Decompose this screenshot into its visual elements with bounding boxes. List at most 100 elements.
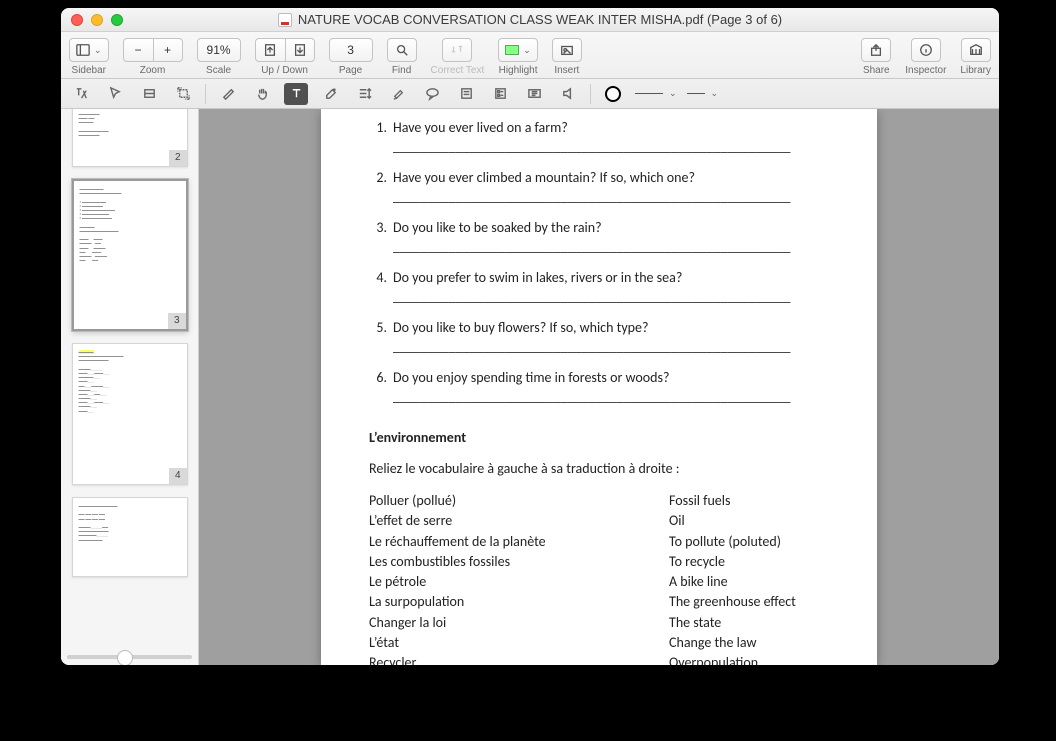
area-select-tool-icon[interactable]: [137, 83, 161, 105]
question-text: Do you enjoy spending time in forests or…: [393, 369, 669, 386]
vocab-left-col: Polluer (pollué) L’effet de serre Le réc…: [369, 491, 629, 665]
highlight-button[interactable]: ⌄: [498, 38, 538, 62]
vocab-item: Recycler: [369, 653, 629, 665]
inspector-button[interactable]: [911, 38, 941, 62]
answer-line: ________________________________________…: [369, 138, 839, 155]
list-item: 4.Do you prefer to swim in lakes, rivers…: [369, 269, 839, 305]
answer-line: ________________________________________…: [369, 388, 839, 405]
thumbnail-sidebar[interactable]: ▬▬▬▬▬▬▬▬▬▬ ▬▬▬▬▬▬▬▬▬▬▬▬▬▬▬▬▬▬▬▬▬▬▬▬ 2 ▬▬…: [61, 109, 199, 665]
vocab-item: Polluer (pollué): [369, 491, 629, 511]
page-content: 1.Have you ever lived on a farm?________…: [321, 109, 877, 665]
vocab-item: To recycle: [669, 552, 796, 572]
answer-line: ________________________________________…: [369, 288, 839, 305]
inspector-label: Inspector: [905, 65, 946, 76]
draw-tool-icon[interactable]: [216, 83, 240, 105]
app-window: NATURE VOCAB CONVERSATION CLASS WEAK INT…: [61, 8, 999, 665]
library-label: Library: [960, 65, 991, 76]
share-button[interactable]: [861, 38, 891, 62]
list-item: 2.Have you ever climbed a mountain? If s…: [369, 169, 839, 205]
thumbnail-page-3[interactable]: ▬▬▬▬▬▬▬▬▬▬▬▬▬▬▬▬▬▬▬▬▬▬1 ▬▬▬▬▬▬▬▬2 ▬▬▬▬▬▬…: [72, 179, 188, 331]
window-title: NATURE VOCAB CONVERSATION CLASS WEAK INT…: [298, 12, 782, 27]
form-tool-icon[interactable]: [488, 83, 512, 105]
vocab-item: Change the law: [669, 633, 796, 653]
vocab-item: Les combustibles fossiles: [369, 552, 629, 572]
main-toolbar: ⌄ Sidebar − + Zoom 91% Scale: [61, 32, 999, 79]
share-label: Share: [863, 65, 890, 76]
zoom-in-button[interactable]: +: [153, 38, 183, 62]
vocab-item: Overpopulation: [669, 653, 796, 665]
sidebar-label: Sidebar: [72, 65, 106, 76]
vocab-item: Changer la loi: [369, 613, 629, 633]
section-heading: L’environnement: [369, 429, 839, 446]
titlebar: NATURE VOCAB CONVERSATION CLASS WEAK INT…: [61, 8, 999, 32]
answer-line: ________________________________________…: [369, 338, 839, 355]
arrow-tool-icon[interactable]: [103, 83, 127, 105]
correct-text-button: [442, 38, 472, 62]
vocab-item: Oil: [669, 511, 796, 531]
sound-tool-icon[interactable]: [556, 83, 580, 105]
updown-label: Up / Down: [261, 65, 308, 76]
document-icon: [278, 13, 292, 27]
question-text: Do you like to buy flowers? If so, which…: [393, 319, 648, 336]
find-button[interactable]: [387, 38, 417, 62]
thumbnail-page-4[interactable]: ▬▬▬▬▬▬▬▬▬▬▬▬▬▬▬▬▬▬▬▬▬▬▬▬▬▬▬▬▬▬▬▬▬▬______…: [72, 343, 188, 485]
scale-label: Scale: [206, 65, 231, 76]
crop-tool-icon[interactable]: [171, 83, 195, 105]
vocab-item: La surpopulation: [369, 592, 629, 612]
question-text: Do you prefer to swim in lakes, rivers o…: [393, 269, 682, 286]
line-end-dropdown[interactable]: ⌄: [687, 88, 719, 99]
page-down-button[interactable]: [285, 38, 315, 62]
thumb-page-num: 2: [169, 150, 187, 166]
answer-line: ________________________________________…: [369, 188, 839, 205]
question-text: Do you like to be soaked by the rain?: [393, 219, 602, 236]
minimize-window-button[interactable]: [91, 14, 103, 26]
thumb-page-num: 3: [168, 313, 186, 329]
text-tool-icon[interactable]: [284, 83, 308, 105]
pan-tool-icon[interactable]: [250, 83, 274, 105]
highlight-label: Highlight: [499, 65, 538, 76]
zoom-window-button[interactable]: [111, 14, 123, 26]
thumbnail-page-2[interactable]: ▬▬▬▬▬▬▬▬▬▬ ▬▬▬▬▬▬▬▬▬▬▬▬▬▬▬▬▬▬▬▬▬▬▬▬ 2: [72, 109, 188, 167]
instruction-text: Reliez le vocabulaire à gauche à sa trad…: [369, 460, 839, 477]
vocab-item: Fossil fuels: [669, 491, 796, 511]
zoom-percent-field[interactable]: 91%: [197, 38, 241, 62]
comment-tool-icon[interactable]: [420, 83, 444, 105]
insert-label: Insert: [554, 65, 579, 76]
question-list: 1.Have you ever lived on a farm?________…: [369, 119, 839, 405]
note-tool-icon[interactable]: [454, 83, 478, 105]
text-select-tool-icon[interactable]: [69, 83, 93, 105]
library-button[interactable]: [961, 38, 991, 62]
body: ▬▬▬▬▬▬▬▬▬▬ ▬▬▬▬▬▬▬▬▬▬▬▬▬▬▬▬▬▬▬▬▬▬▬▬ 2 ▬▬…: [61, 109, 999, 665]
highlight-swatch-icon: [505, 45, 519, 55]
zoom-out-button[interactable]: −: [123, 38, 153, 62]
eraser-tool-icon[interactable]: [318, 83, 342, 105]
vocab-item: The state: [669, 613, 796, 633]
sidebar-toggle-button[interactable]: ⌄: [69, 38, 109, 62]
vocab-item: The greenhouse effect: [669, 592, 796, 612]
vocab-right-col: Fossil fuels Oil To pollute (poluted) To…: [669, 491, 796, 665]
vocab-item: To pollute (poluted): [669, 532, 796, 552]
vocab-item: L’effet de serre: [369, 511, 629, 531]
vocab-item: Le pétrole: [369, 572, 629, 592]
list-item: 6.Do you enjoy spending time in forests …: [369, 369, 839, 405]
insert-button[interactable]: [552, 38, 582, 62]
document-viewport[interactable]: 1.Have you ever lived on a farm?________…: [199, 109, 999, 665]
linespacing-tool-icon[interactable]: [352, 83, 376, 105]
thumbnail-size-slider[interactable]: [67, 655, 192, 659]
page-number-field[interactable]: 3: [329, 38, 373, 62]
find-label: Find: [392, 65, 411, 76]
color-picker-button[interactable]: [601, 83, 625, 105]
line-style-dropdown[interactable]: ⌄: [635, 88, 677, 99]
thumbnail-page-5[interactable]: ▬▬▬▬▬▬▬▬▬▬▬▬▬▬▬ ▬▬ ▬▬ ▬▬▬▬ ▬▬ ▬▬ ▬▬▬▬▬▬_…: [72, 497, 188, 577]
list-item: 3.Do you like to be soaked by the rain?_…: [369, 219, 839, 255]
correct-text-label: Correct Text: [431, 65, 485, 76]
question-text: Have you ever lived on a farm?: [393, 119, 568, 136]
thumb-page-num: 4: [169, 468, 187, 484]
highlighter-tool-icon[interactable]: [386, 83, 410, 105]
page-up-button[interactable]: [255, 38, 285, 62]
vocab-columns: Polluer (pollué) L’effet de serre Le réc…: [369, 491, 839, 665]
stamp-tool-icon[interactable]: [522, 83, 546, 105]
close-window-button[interactable]: [71, 14, 83, 26]
answer-line: ________________________________________…: [369, 238, 839, 255]
list-item: 1.Have you ever lived on a farm?________…: [369, 119, 839, 155]
